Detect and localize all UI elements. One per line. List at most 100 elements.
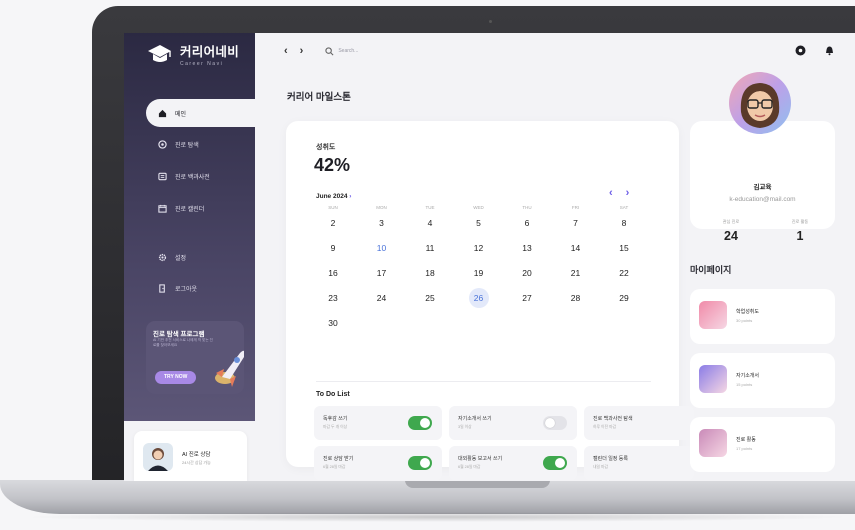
calendar-day[interactable]: 28 xyxy=(553,288,599,308)
calendar-day-number: 16 xyxy=(328,268,338,278)
calendar-day[interactable]: 9 xyxy=(310,238,356,258)
calendar-day[interactable]: 18 xyxy=(407,263,453,283)
divider xyxy=(316,381,651,382)
calendar-day[interactable]: 24 xyxy=(359,288,405,308)
calendar-day[interactable]: 29 xyxy=(601,288,647,308)
todo-item[interactable]: 대외활동 보고서 쓰기 6월 28일 마감 xyxy=(449,446,577,480)
chat-icon[interactable] xyxy=(795,45,806,56)
calendar-day-number: 5 xyxy=(476,218,481,228)
todo-toggle[interactable] xyxy=(408,456,432,470)
sidebar-item-label: 진로 캘린더 xyxy=(175,206,205,213)
sidebar-item-label: 진로 탐색 xyxy=(175,142,199,149)
todo-name: 대외활동 보고서 쓰기 xyxy=(458,456,503,462)
sidebar-item-logout[interactable]: 로그아웃 xyxy=(146,274,255,302)
calendar-day-number: 30 xyxy=(328,318,338,328)
camera xyxy=(489,20,492,23)
achievement-label: 성취도 xyxy=(316,144,336,151)
calendar-day[interactable]: 3 xyxy=(359,213,405,233)
todo-item[interactable]: 독후감 쓰기 마감 두 개 이상 xyxy=(314,406,442,440)
calendar-day[interactable]: 30 xyxy=(310,313,356,333)
calendar-day[interactable]: 12 xyxy=(456,238,502,258)
todo-due: 6월 28일 마감 xyxy=(323,465,346,469)
calendar-day[interactable]: 16 xyxy=(310,263,356,283)
calendar-prev-button[interactable]: ‹ xyxy=(609,187,613,199)
home-icon xyxy=(158,109,167,117)
calendar-day[interactable]: 27 xyxy=(504,288,550,308)
calendar-day[interactable]: 17 xyxy=(359,263,405,283)
calendar-day-number: 27 xyxy=(522,293,532,303)
calendar-day-number: 14 xyxy=(570,243,581,253)
page-title: 커리어 마일스톤 xyxy=(287,92,351,103)
forward-button[interactable]: › xyxy=(300,45,304,57)
calendar-day-number: 29 xyxy=(619,293,629,303)
stat-interest: 관심 진로 24 xyxy=(701,219,761,243)
ai-consult-subtitle: 24시간 상담 가능 xyxy=(182,460,211,465)
todo-item[interactable]: 진로 백과사전 탐색 하루 이전 마감 xyxy=(584,406,694,440)
calendar-day[interactable]: 8 xyxy=(601,213,647,233)
logo[interactable]: 커리어네비 Career Navi xyxy=(146,41,239,67)
calendar-month[interactable]: June 2024 › xyxy=(316,193,351,200)
calendar-day-number: 9 xyxy=(330,243,336,253)
back-button[interactable]: ‹ xyxy=(284,45,288,57)
todo-item[interactable]: 캘린더 일정 등록 내일 마감 xyxy=(584,446,694,480)
calendar-day[interactable]: 4 xyxy=(407,213,453,233)
calendar-day[interactable]: 20 xyxy=(504,263,550,283)
calendar-next-button[interactable]: › xyxy=(626,187,630,199)
calendar-day[interactable]: 15 xyxy=(601,238,647,258)
todo-toggle[interactable] xyxy=(408,416,432,430)
calendar-day-number: 23 xyxy=(328,293,338,303)
bell-icon[interactable] xyxy=(824,45,835,56)
calendar-day[interactable]: 23 xyxy=(310,288,356,308)
todo-item[interactable]: 자기소개서 쓰기 3일 이상 xyxy=(449,406,577,440)
sidebar-item-settings[interactable]: 설정 xyxy=(146,243,255,271)
weekday-label: FRI xyxy=(571,205,580,210)
calendar-day-number: 24 xyxy=(376,293,387,303)
search-input[interactable]: Search... xyxy=(325,46,358,56)
calendar-icon xyxy=(158,204,167,213)
calendar-day[interactable]: 25 xyxy=(407,288,453,308)
try-now-button[interactable]: TRY NOW xyxy=(155,371,197,384)
calendar-day[interactable]: 11 xyxy=(407,238,453,258)
calendar-day-number: 21 xyxy=(570,268,581,278)
sidebar-item-encyclopedia[interactable]: 진로 백과사전 xyxy=(146,162,255,190)
calendar-day[interactable]: 26 xyxy=(456,288,502,308)
calendar-day[interactable]: 19 xyxy=(456,263,502,283)
stat-value: 1 xyxy=(796,229,804,243)
calendar-day[interactable]: 13 xyxy=(504,238,550,258)
sidebar-item-main[interactable]: 메인 xyxy=(146,99,255,127)
logout-icon xyxy=(159,283,165,293)
ai-consult-card[interactable]: AI 진로 상담 24시간 상담 가능 xyxy=(134,431,247,481)
calendar-day-number: 6 xyxy=(524,218,530,228)
milestone-card: 성취도 42% June 2024 › ‹ › SUN MON TUE WED THU F… xyxy=(286,121,694,480)
mypage-item-points: 17 points xyxy=(736,446,753,451)
calendar-day[interactable]: 6 xyxy=(504,213,550,233)
laptop-notch xyxy=(405,480,550,488)
calendar-day[interactable]: 7 xyxy=(553,213,599,233)
mypage-item-icon xyxy=(699,301,727,329)
mypage-item[interactable]: 학업성취도 30 points xyxy=(690,289,835,344)
calendar-day[interactable]: 2 xyxy=(310,213,356,233)
sidebar-item-career-explore[interactable]: 진로 탐색 xyxy=(146,130,255,158)
todo-toggle[interactable] xyxy=(543,456,567,470)
sidebar-item-calendar[interactable]: 진로 캘린더 xyxy=(146,194,255,222)
weekday-label: THU xyxy=(522,205,532,210)
todo-toggle[interactable] xyxy=(543,416,567,430)
calendar-day-number: 17 xyxy=(376,268,387,278)
gear-icon xyxy=(158,253,167,261)
toggle-knob xyxy=(555,458,565,468)
calendar-day[interactable]: 22 xyxy=(601,263,647,283)
avatar[interactable] xyxy=(729,72,791,134)
mypage-item[interactable]: 진로 활동 17 points xyxy=(690,417,835,472)
book-icon xyxy=(158,172,167,180)
todo-item[interactable]: 진로 상담 받기 6월 28일 마감 xyxy=(314,446,442,480)
logo-title: 커리어네비 xyxy=(180,45,240,59)
calendar-day[interactable]: 5 xyxy=(456,213,502,233)
calendar-day[interactable]: 14 xyxy=(553,238,599,258)
mypage-item[interactable]: 자기소개서 15 points xyxy=(690,353,835,408)
calendar-day[interactable]: 21 xyxy=(553,263,599,283)
mypage-title: 마이페이지 xyxy=(690,265,732,275)
todo-due: 하루 이전 마감 xyxy=(593,425,617,429)
promo-card: 진로 탐색 프로그램 AI 기반 추천 서비스로 나에게 딱 맞는 진로를 찾아… xyxy=(146,321,244,394)
calendar-day[interactable]: 10 xyxy=(359,238,405,258)
calendar-day-number: 26 xyxy=(468,288,489,308)
